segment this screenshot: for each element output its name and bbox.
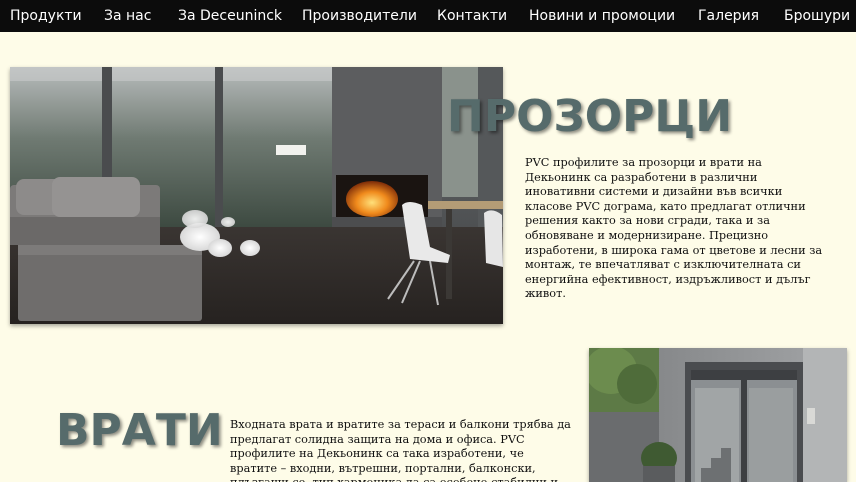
nav-item-about[interactable]: За нас: [104, 0, 151, 32]
nav-item-gallery[interactable]: Галерия: [698, 0, 759, 32]
windows-heading: ПРОЗОРЦИ: [447, 91, 733, 142]
top-nav-bar: Продукти За нас За Deceuninck Производит…: [0, 0, 856, 32]
doors-heading: ВРАТИ: [56, 405, 223, 456]
windows-description: PVC профилите за прозорци и врати на Дек…: [525, 156, 823, 301]
nav-item-brochures[interactable]: Брошури: [784, 0, 850, 32]
nav-item-manufacturers[interactable]: Производители: [302, 0, 417, 32]
living-room-image: [10, 67, 503, 324]
windows-photo: [10, 67, 503, 324]
nav-item-about-deceuninck[interactable]: За Deceuninck: [178, 0, 282, 32]
nav-item-products[interactable]: Продукти: [10, 0, 82, 32]
entrance-door-image: [589, 348, 847, 482]
doors-photo: [589, 348, 847, 482]
nav-item-news[interactable]: Новини и промоции: [529, 0, 675, 32]
nav-item-contacts[interactable]: Контакти: [437, 0, 507, 32]
doors-description: Входната врата и вратите за тераси и бал…: [230, 418, 571, 482]
